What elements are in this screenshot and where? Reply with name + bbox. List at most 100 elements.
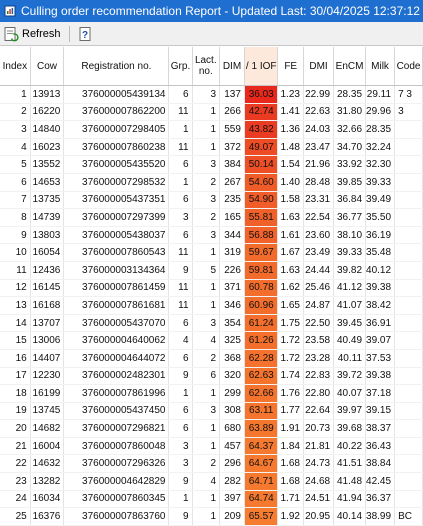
dmi-cell: 24.51: [303, 490, 335, 509]
dim-cell: 372: [219, 138, 245, 157]
encm-cell: 40.07: [333, 384, 367, 403]
table-row[interactable]: 13 16168 376000007861681 11 1 346 60.96 1.65 24.…: [0, 296, 423, 315]
index-cell: 23: [0, 472, 31, 491]
col-cow-header[interactable]: Cow: [30, 47, 65, 86]
iof-cell: 63.11: [244, 402, 279, 421]
table-row[interactable]: 15 13006 376000004640062 4 4 325 61.26 1.72 23.5…: [0, 331, 423, 350]
index-cell: 3: [0, 120, 31, 139]
iof-cell: 36.03: [244, 85, 279, 104]
registration-cell: 376000007860543: [63, 243, 170, 262]
milk-cell: 35.50: [365, 208, 396, 227]
cow-cell: 13282: [30, 472, 65, 491]
encm-cell: 28.35: [333, 85, 367, 104]
table-row[interactable]: 22 14632 376000007296326 3 2 296 64.67 1.68 24.7…: [0, 454, 423, 474]
group-cell: 6: [168, 191, 193, 210]
table-row[interactable]: 14 13707 376000005437070 6 3 354 61.24 1.75 22.5…: [0, 314, 423, 333]
code-cell: [394, 279, 423, 298]
milk-cell: 42.45: [365, 472, 396, 491]
code-cell: [394, 419, 423, 438]
table-row[interactable]: 18 16199 376000007861996 1 1 299 62.66 1.76 22.8…: [0, 384, 423, 403]
col-dim-header[interactable]: DIM: [219, 47, 245, 86]
dim-cell: 308: [219, 402, 245, 421]
table-row[interactable]: 17 12230 376000002482301 9 6 320 62.63 1.74 22.8…: [0, 367, 423, 386]
encm-cell: 39.85: [333, 173, 367, 192]
report-table: Index Cow Registration no. Grp. Lact. no. DIM…: [0, 47, 423, 526]
table-row[interactable]: 2 16220 376000007862200 11 1 266 42.74 1.41 22.6…: [0, 103, 423, 122]
registration-cell: 376000007861681: [63, 296, 170, 315]
table-row[interactable]: 3 14840 376000007298405 1 1 559 43.82 1.36 24.03…: [0, 120, 423, 139]
registration-cell: 376000007863760: [63, 507, 170, 526]
group-cell: 1: [168, 384, 193, 403]
dmi-cell: 22.50: [303, 314, 335, 333]
table-row[interactable]: 8 14739 376000007297399 3 2 165 55.81 1.63 22.54…: [0, 208, 423, 227]
table-row[interactable]: 11 12436 376000003134364 9 5 226 59.81 1.63 24.4…: [0, 261, 423, 280]
col-registration-header[interactable]: Registration no.: [63, 47, 170, 86]
dim-cell: 368: [219, 349, 245, 368]
refresh-label: Refresh: [22, 27, 61, 40]
index-cell: 24: [0, 490, 31, 509]
col-index-header[interactable]: Index: [0, 47, 31, 86]
iof-cell: 61.24: [244, 314, 279, 333]
code-cell: [394, 384, 423, 403]
table-row[interactable]: 16 14407 376000004644072 6 2 368 62.28 1.72 23.2…: [0, 349, 423, 368]
table-row[interactable]: 6 14653 376000007298532 1 2 267 54.60 1.40 28.48…: [0, 173, 423, 192]
col-code-header[interactable]: Code: [394, 47, 423, 86]
help-button[interactable]: ?: [74, 24, 96, 44]
table-row[interactable]: 9 13803 376000005438037 6 3 344 56.88 1.61 23.60…: [0, 226, 423, 245]
iof-cell: 61.26: [244, 331, 279, 350]
milk-cell: 32.30: [365, 155, 396, 174]
table-row[interactable]: 23 13282 376000004642829 9 4 282 64.71 1.68 24.6…: [0, 472, 423, 491]
table-row[interactable]: 24 16034 376000007860345 1 1 397 64.74 1.71 24.5…: [0, 490, 423, 509]
iof-cell: 59.81: [244, 261, 279, 280]
iof-cell: 62.28: [244, 349, 279, 368]
table-row[interactable]: 5 13552 376000005435520 6 3 384 50.14 1.54 21.96…: [0, 155, 423, 174]
encm-cell: 41.51: [333, 454, 367, 474]
group-cell: 1: [168, 173, 193, 192]
table-row[interactable]: 7 13735 376000005437351 6 3 235 54.90 1.58 23.31…: [0, 191, 423, 210]
group-cell: 3: [168, 454, 193, 474]
registration-cell: 376000007298405: [63, 120, 170, 139]
code-cell: [394, 331, 423, 350]
refresh-button[interactable]: Refresh: [0, 24, 64, 44]
col-encm-header[interactable]: EnCM: [333, 47, 367, 86]
table-row[interactable]: 19 13745 376000005437450 6 3 308 63.11 1.77 22.6…: [0, 402, 423, 421]
registration-cell: 376000007862200: [63, 103, 170, 122]
col-milk-header[interactable]: Milk: [365, 47, 396, 86]
milk-cell: 39.15: [365, 402, 396, 421]
fe-cell: 1.65: [277, 296, 304, 315]
code-cell: [394, 261, 423, 280]
group-cell: 11: [168, 243, 193, 262]
encm-cell: 32.66: [333, 120, 367, 139]
table-row[interactable]: 1 13913 376000005439134 6 3 137 36.03 1.23 22.99…: [0, 85, 423, 104]
svg-text:?: ?: [81, 30, 87, 41]
col-fe-header[interactable]: FE: [277, 47, 304, 86]
index-cell: 25: [0, 507, 31, 526]
dim-cell: 354: [219, 314, 245, 333]
encm-cell: 41.48: [333, 472, 367, 491]
col-lactation-header[interactable]: Lact. no.: [192, 47, 221, 86]
table-row[interactable]: 21 16004 376000007860048 3 1 457 64.37 1.84 21.8…: [0, 437, 423, 456]
code-cell: [394, 367, 423, 386]
table-row[interactable]: 20 14682 376000007296821 6 1 680 63.89 1.91 20.7…: [0, 419, 423, 438]
report-icon: [4, 5, 16, 17]
table-row[interactable]: 4 16023 376000007860238 11 1 372 49.07 1.48 23.4…: [0, 138, 423, 157]
dmi-cell: 24.87: [303, 296, 335, 315]
col-dmi-header[interactable]: DMI: [303, 47, 335, 86]
table-row[interactable]: 10 16054 376000007860543 11 1 319 59.67 1.67 23.…: [0, 243, 423, 262]
window-title: Culling order recommendation Report - Up…: [21, 4, 420, 18]
milk-cell: 36.91: [365, 314, 396, 333]
cow-cell: 16199: [30, 384, 65, 403]
code-cell: BC: [394, 507, 423, 526]
col-iof-header[interactable]: / 1 IOF: [244, 47, 279, 86]
col-group-header[interactable]: Grp.: [168, 47, 193, 86]
fe-cell: 1.77: [277, 402, 304, 421]
index-cell: 14: [0, 314, 31, 333]
group-cell: 11: [168, 103, 193, 122]
table-row[interactable]: 25 16376 376000007863760 9 1 209 65.57 1.92 20.9…: [0, 507, 423, 526]
index-cell: 22: [0, 454, 31, 474]
code-cell: [394, 490, 423, 509]
lactation-cell: 3: [192, 314, 221, 333]
lactation-cell: 1: [192, 279, 221, 298]
encm-cell: 41.94: [333, 490, 367, 509]
table-row[interactable]: 12 16145 376000007861459 11 1 371 60.78 1.62 25.…: [0, 279, 423, 298]
